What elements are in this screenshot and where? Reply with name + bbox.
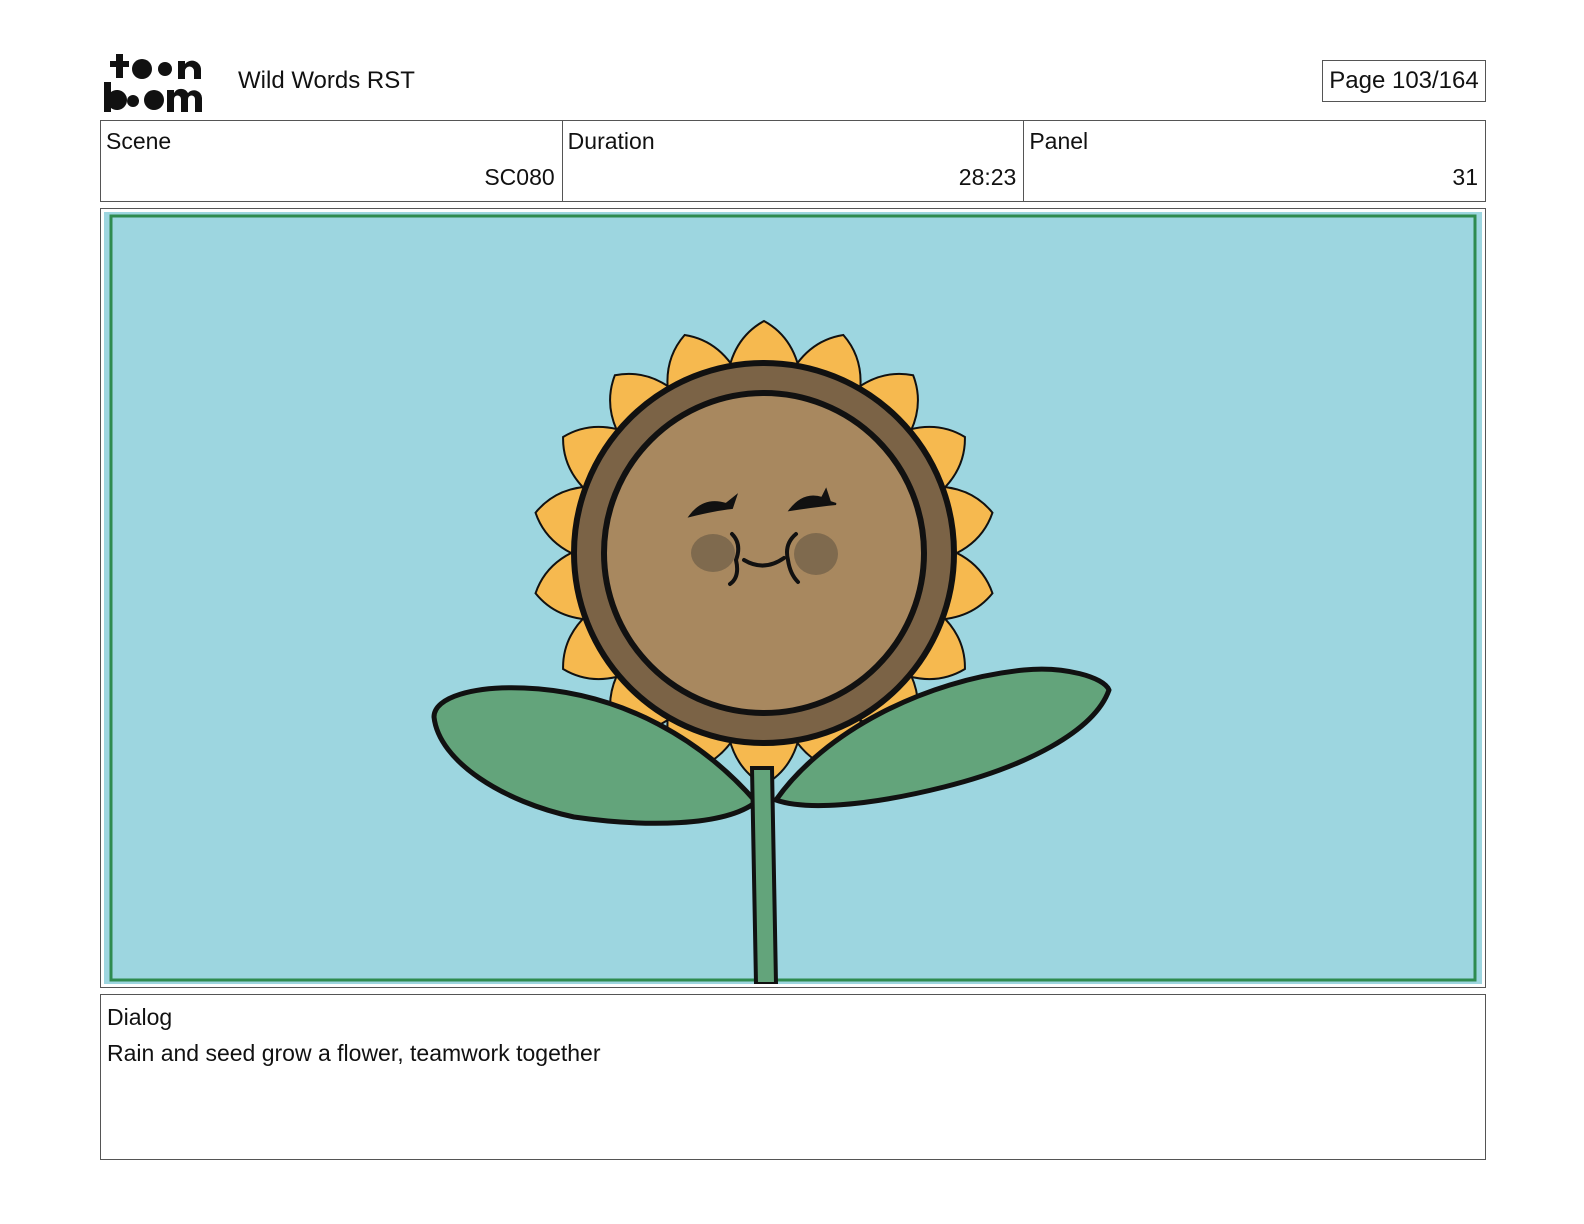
flower-disk-inner (601, 390, 927, 716)
duration-value: 28:23 (958, 164, 1017, 190)
scene-cell: Scene SC080 (101, 121, 563, 201)
toonboom-logo-icon (104, 52, 216, 114)
smiling-sunflower-drawing (104, 212, 1482, 984)
left-cheek (691, 534, 735, 572)
panel-value: 31 (1452, 164, 1479, 190)
dialog-text: Rain and seed grow a flower, teamwork to… (107, 1040, 601, 1066)
panel-info-row: Scene SC080 Duration 28:23 Panel 31 (100, 120, 1486, 202)
panel-cell: Panel 31 (1024, 121, 1485, 201)
project-title: Wild Words RST (238, 67, 415, 94)
dialog-box: Dialog Rain and seed grow a flower, team… (100, 994, 1486, 1160)
duration-label: Duration (567, 128, 655, 154)
storyboard-panel (100, 208, 1486, 988)
right-cheek (794, 533, 838, 575)
dialog-label: Dialog (107, 1004, 173, 1030)
scene-label: Scene (106, 128, 172, 154)
duration-cell: Duration 28:23 (563, 121, 1025, 201)
page-indicator: Page 103/164 (1322, 60, 1486, 102)
scene-value: SC080 (484, 164, 555, 190)
panel-label: Panel (1029, 128, 1089, 154)
stem (749, 766, 779, 984)
